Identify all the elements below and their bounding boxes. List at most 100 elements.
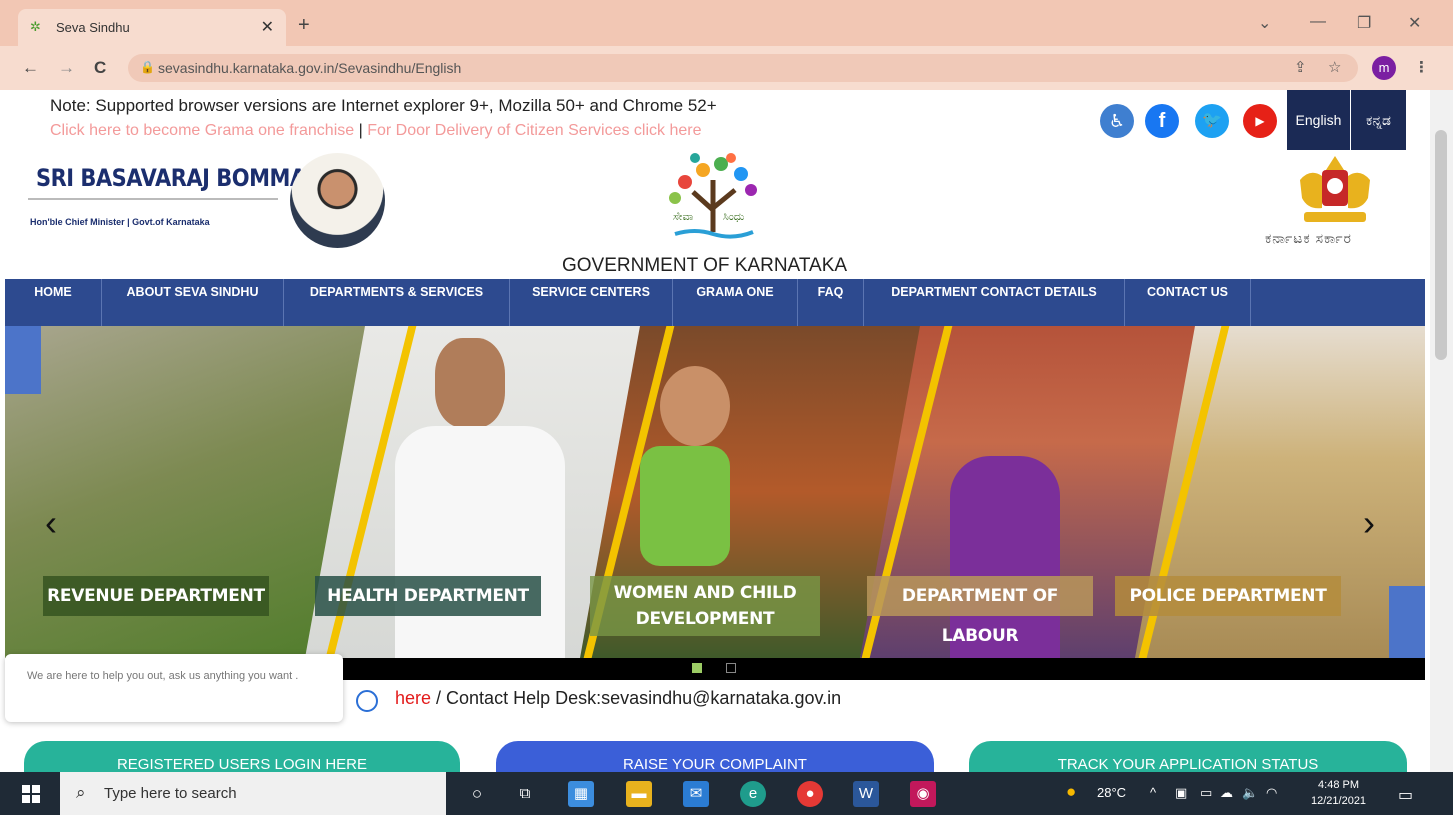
department-slider[interactable]: REVENUE DEPARTMENT HEALTH DEPARTMENT WOM… [5,326,1425,658]
department-of-labour-label[interactable]: DEPARTMENT OF LABOUR [867,576,1093,646]
twitter-icon[interactable]: 🐦 [1195,104,1229,138]
government-title: GOVERNMENT OF KARNATAKA [562,255,848,276]
chat-message: We are here to help you out, ask us anyt… [27,670,299,682]
accessibility-icon[interactable]: ♿ [1100,104,1134,138]
nav-home[interactable]: HOME [5,279,102,326]
reload-icon[interactable]: C [94,58,106,78]
slider-next-arrow-icon[interactable]: › [1363,502,1375,544]
lock-icon[interactable]: 🔒 [140,60,155,74]
close-window-icon[interactable]: ✕ [1408,13,1421,33]
nav-service-centers[interactable]: SERVICE CENTERS [510,279,673,326]
youtube-icon[interactable]: ▶ [1243,104,1277,138]
taskbar-search-placeholder: Type here to search [104,785,237,802]
browser-tab-bar: ✲ Seva Sindhu ✕ + ⌄ — ❐ ✕ [0,0,1453,46]
close-tab-icon[interactable]: ✕ [261,17,274,37]
track-application-status-button[interactable]: TRACK YOUR APPLICATION STATUS [969,741,1407,772]
health-department-label[interactable]: HEALTH DEPARTMENT [315,576,541,616]
slider-dot-active[interactable] [692,663,702,673]
chrome-icon[interactable]: ● [797,781,823,807]
bookmark-star-icon[interactable]: ☆ [1328,58,1341,76]
kannada-language-button[interactable]: ಕನ್ನಡ [1350,90,1406,150]
help-desk-line: here / Contact Help Desk:sevasindhu@karn… [395,688,841,709]
cm-photo [290,153,385,248]
main-navigation: HOME ABOUT SEVA SINDHU DEPARTMENTS & SER… [5,279,1425,326]
windows-start-icon[interactable] [22,785,40,803]
tab-search-chevron-icon[interactable]: ⌄ [1258,13,1271,33]
cm-title: Hon'ble Chief Minister | Govt.of Karnata… [30,217,210,227]
emblem-caption: ಕರ್ನಾಟಕ ಸರ್ಕಾರ [1265,230,1352,246]
temperature[interactable]: 28°C [1097,785,1126,800]
english-language-button[interactable]: English [1286,90,1350,150]
new-tab-button[interactable]: + [298,14,310,37]
weather-sun-icon[interactable]: ● [1066,782,1076,802]
registered-users-login-button[interactable]: REGISTERED USERS LOGIN HERE [24,741,460,772]
taskbar-clock[interactable]: 4:48 PM 12/21/2021 [1311,777,1366,809]
profile-avatar[interactable]: m [1372,56,1396,80]
seva-sindhu-favicon-icon: ✲ [30,19,41,34]
browser-support-note: Note: Supported browser versions are Int… [50,96,717,115]
store-icon[interactable]: ▦ [568,781,594,807]
word-icon[interactable]: W [853,781,879,807]
edge-icon[interactable]: e [740,781,766,807]
left-side-tab[interactable] [5,326,41,394]
karnataka-emblem-icon [1300,156,1370,222]
share-icon[interactable]: ⇪ [1294,58,1307,76]
taskbar-search-box[interactable]: ⌕ Type here to search [60,772,446,815]
slider-dot[interactable] [726,663,736,673]
file-explorer-icon[interactable]: ▬ [626,781,652,807]
nav-departments-services[interactable]: DEPARTMENTS & SERVICES [284,279,510,326]
forward-arrow-icon[interactable]: → [58,58,75,78]
search-icon: ⌕ [76,783,86,802]
revenue-department-label[interactable]: REVENUE DEPARTMENT [43,576,269,616]
wifi-icon[interactable]: ◠ [1266,785,1277,801]
facebook-icon[interactable]: f [1145,104,1179,138]
cm-name: SRI BASAVARAJ BOMMAI [36,164,313,192]
page-scrollbar[interactable] [1430,90,1453,772]
chat-bubble[interactable]: We are here to help you out, ask us anyt… [5,654,343,722]
nav-department-contact-details[interactable]: DEPARTMENT CONTACT DETAILS [864,279,1125,326]
browser-tab[interactable]: ✲ Seva Sindhu ✕ [18,9,286,46]
nav-faq[interactable]: FAQ [798,279,864,326]
minimize-icon[interactable]: — [1310,13,1326,31]
tray-chevron-icon[interactable]: ^ [1150,785,1156,800]
tab-title: Seva Sindhu [56,20,130,35]
door-delivery-link[interactable]: For Door Delivery of Citizen Services cl… [367,122,701,139]
task-view-icon[interactable]: ⧉ [512,781,538,807]
onedrive-cloud-icon[interactable]: ☁ [1220,785,1233,801]
scrollbar-thumb[interactable] [1435,130,1447,360]
tray-device-icon[interactable]: ▣ [1175,785,1187,801]
chat-icon[interactable] [356,690,378,712]
clock-time: 4:48 PM [1318,779,1360,791]
notification-icon[interactable]: ▭ [1398,785,1413,805]
grama-one-franchise-link[interactable]: Click here to become Grama one franchise [50,122,354,139]
menu-kebab-icon[interactable]: ⋮ [1414,58,1429,76]
windows-taskbar: ⌕ Type here to search ○ ⧉ ▦ ▬ ✉ e ● W ◉ … [0,772,1453,815]
clock-date: 12/21/2021 [1311,795,1367,807]
raise-complaint-button[interactable]: RAISE YOUR COMPLAINT [496,741,934,772]
nav-about-seva-sindhu[interactable]: ABOUT SEVA SINDHU [102,279,284,326]
chrome-active-icon[interactable]: ◉ [910,781,936,807]
right-side-tab[interactable] [1389,586,1425,658]
police-department-label[interactable]: POLICE DEPARTMENT [1115,576,1341,616]
top-links: Click here to become Grama one franchise… [50,122,702,140]
cm-divider [28,198,278,200]
seva-sindhu-logo-icon: ಸೇವಾ ಸಿಂಧು [669,153,757,239]
url-input[interactable]: 🔒 sevasindhu.karnataka.gov.in/Sevasindhu… [128,54,1358,82]
nav-grama-one[interactable]: GRAMA ONE [673,279,798,326]
svg-text:ಸಿಂಧು: ಸಿಂಧು [723,210,745,223]
women-child-development-label[interactable]: WOMEN AND CHILD DEVELOPMENT [590,576,820,636]
battery-icon[interactable]: ▭ [1200,785,1212,801]
slider-indicator-bar [340,658,1425,680]
volume-icon[interactable]: 🔈 [1242,785,1258,801]
restore-icon[interactable]: ❐ [1357,13,1371,33]
mail-icon[interactable]: ✉ [683,781,709,807]
url-text: sevasindhu.karnataka.gov.in/Sevasindhu/E… [158,60,462,76]
nav-contact-us[interactable]: CONTACT US [1125,279,1251,326]
cortana-icon[interactable]: ○ [464,781,490,807]
here-link[interactable]: here [395,688,431,708]
help-desk-contact: / Contact Help Desk:sevasindhu@karnataka… [431,688,842,708]
back-arrow-icon[interactable]: ← [22,58,39,78]
page-content: Note: Supported browser versions are Int… [0,90,1430,772]
svg-text:ಸೇವಾ: ಸೇವಾ [673,210,694,223]
slider-prev-arrow-icon[interactable]: ‹ [45,502,57,544]
